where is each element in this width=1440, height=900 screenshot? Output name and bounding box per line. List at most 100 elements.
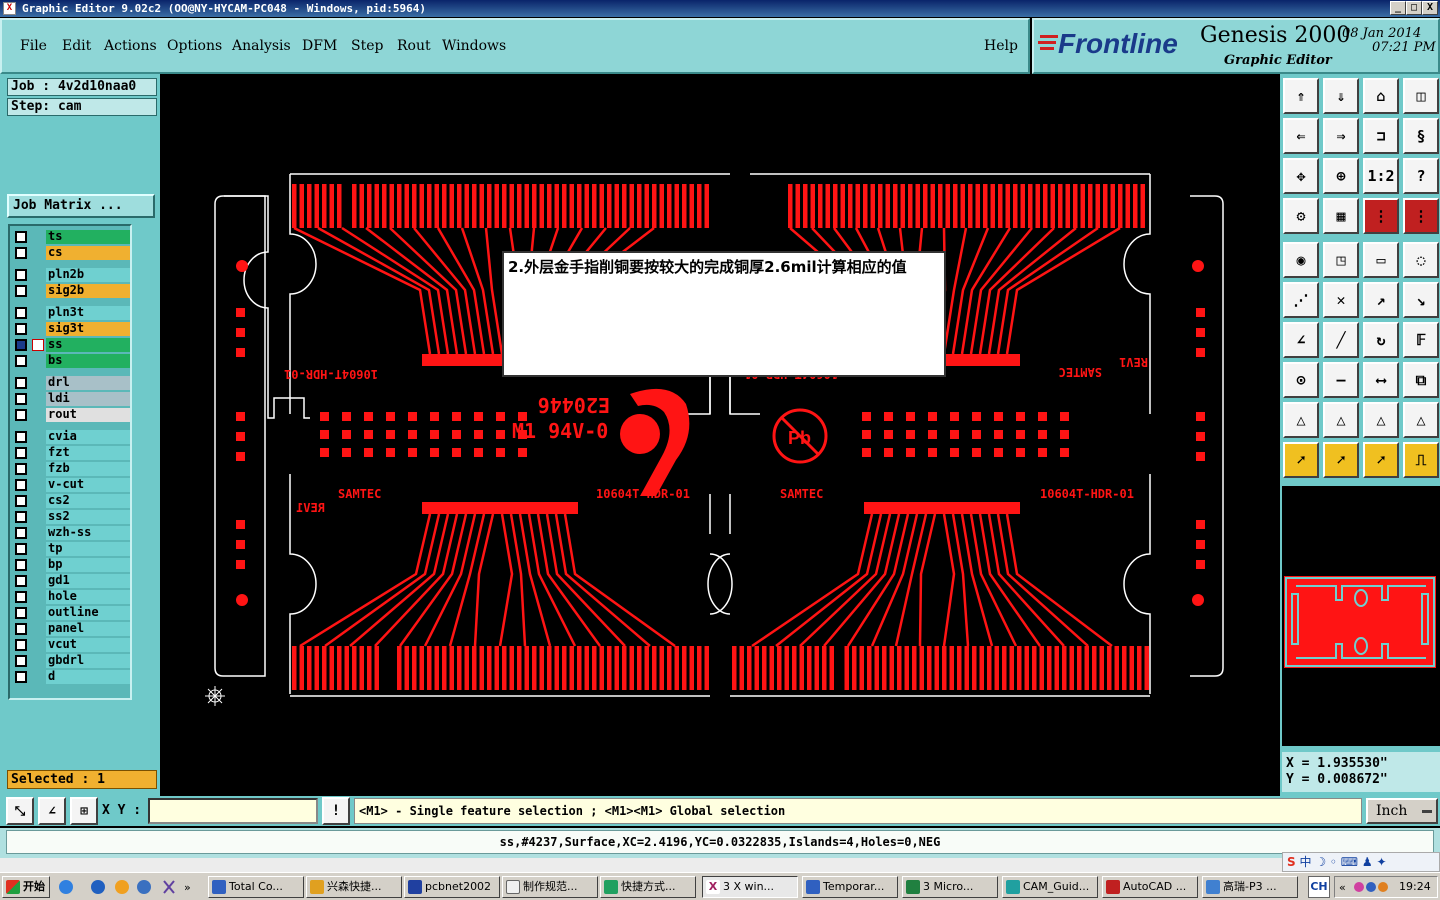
layer-name[interactable]: v-cut bbox=[46, 478, 130, 492]
menu-help[interactable]: Help bbox=[984, 38, 1018, 54]
zoom-icon[interactable]: ⊕ bbox=[1323, 158, 1359, 194]
task-pcbnet[interactable]: pcbnet2002 bbox=[404, 876, 500, 898]
fit-icon[interactable]: ✥ bbox=[1283, 158, 1319, 194]
dash-icon[interactable]: — bbox=[1323, 362, 1359, 398]
task-temporary[interactable]: Temporar... bbox=[802, 876, 898, 898]
layer-name[interactable]: tp bbox=[46, 542, 130, 556]
select-icon[interactable]: ◌ bbox=[1403, 242, 1439, 278]
window-icon[interactable]: ◫ bbox=[1403, 78, 1439, 114]
layer-name[interactable]: gd1 bbox=[46, 574, 130, 588]
move-left-icon[interactable]: ⇐ bbox=[1283, 118, 1319, 154]
task-shortcut[interactable]: 快捷方式... bbox=[600, 876, 696, 898]
layer-name[interactable]: pln2b bbox=[46, 268, 130, 282]
layer-row-cvia[interactable]: cvia bbox=[12, 430, 130, 444]
layer-name[interactable]: hole bbox=[46, 590, 130, 604]
layer-checkbox[interactable] bbox=[15, 377, 27, 389]
task-spec[interactable]: 制作规范... bbox=[502, 876, 598, 898]
move-down-icon[interactable]: ⇓ bbox=[1323, 78, 1359, 114]
menu-options[interactable]: Options bbox=[167, 38, 222, 54]
layer-row-v-cut[interactable]: v-cut bbox=[12, 478, 130, 492]
layer-name[interactable]: cs2 bbox=[46, 494, 130, 508]
minimize-button[interactable]: _ bbox=[1390, 1, 1406, 15]
layer-name[interactable]: sig2b bbox=[46, 284, 130, 298]
tools-icon[interactable]: ⚙ bbox=[1283, 198, 1319, 234]
home-icon[interactable]: ⌂ bbox=[1363, 78, 1399, 114]
menu-file[interactable]: File bbox=[20, 38, 47, 54]
menu-windows[interactable]: Windows bbox=[442, 38, 506, 54]
arc-icon[interactable]: ↻ bbox=[1363, 322, 1399, 358]
board-overview[interactable] bbox=[1282, 486, 1440, 746]
layer-row-vcut[interactable]: vcut bbox=[12, 638, 130, 652]
language-indicator[interactable]: CH bbox=[1308, 876, 1330, 898]
layer-row-sig3t[interactable]: sig3t bbox=[12, 322, 130, 336]
info-icon[interactable]: ! bbox=[322, 797, 350, 825]
close-button[interactable]: X bbox=[1422, 1, 1438, 15]
layer-name[interactable]: ss bbox=[46, 338, 130, 352]
layer-row-panel[interactable]: panel bbox=[12, 622, 130, 636]
pad-icon[interactable]: ◉ bbox=[1283, 242, 1319, 278]
snap-icon[interactable]: § bbox=[1403, 118, 1439, 154]
maximize-button[interactable]: □ bbox=[1406, 1, 1422, 15]
layer-checkbox[interactable] bbox=[15, 655, 27, 667]
layer-name[interactable]: fzb bbox=[46, 462, 130, 476]
layer-row-wzh-ss[interactable]: wzh-ss bbox=[12, 526, 130, 540]
layer-checkbox[interactable] bbox=[15, 247, 27, 259]
layer-name[interactable]: cs bbox=[46, 246, 130, 260]
cross-icon[interactable]: ✕ bbox=[1323, 282, 1359, 318]
group-icon[interactable]: ⧉ bbox=[1403, 362, 1439, 398]
layers-icon[interactable]: ⋮ bbox=[1363, 198, 1399, 234]
layer-row-ldi[interactable]: ldi bbox=[12, 392, 130, 406]
layer-checkbox[interactable] bbox=[15, 527, 27, 539]
layer-checkbox[interactable] bbox=[15, 543, 27, 555]
layer-checkbox[interactable] bbox=[15, 511, 27, 523]
layer-name[interactable]: bs bbox=[46, 354, 130, 368]
layer-name[interactable]: bp bbox=[46, 558, 130, 572]
pointer3-icon[interactable]: ➚ bbox=[1363, 442, 1399, 478]
ime-toolbar[interactable]: S 中 ☽ ◦ ⌨ ♟ ✦ bbox=[1282, 852, 1440, 872]
tri2-icon[interactable]: △ bbox=[1323, 402, 1359, 438]
layer-row-ts[interactable]: ts bbox=[12, 230, 130, 244]
xy-input[interactable] bbox=[148, 798, 318, 824]
tray-icons[interactable]: « bbox=[1339, 880, 1393, 897]
layer-name[interactable]: ss2 bbox=[46, 510, 130, 524]
layer-name[interactable]: sig3t bbox=[46, 322, 130, 336]
layer-row-sig2b[interactable]: sig2b bbox=[12, 284, 130, 298]
menu-step[interactable]: Step bbox=[351, 38, 383, 54]
layer-name[interactable]: rout bbox=[46, 408, 130, 422]
layer-row-gd1[interactable]: gd1 bbox=[12, 574, 130, 588]
layer-row-bp[interactable]: bp bbox=[12, 558, 130, 572]
route-icon[interactable]: ⎍ bbox=[1403, 442, 1439, 478]
layer-checkbox[interactable] bbox=[15, 495, 27, 507]
layer-checkbox[interactable] bbox=[15, 285, 27, 297]
layer-name[interactable]: drl bbox=[46, 376, 130, 390]
layer-checkbox[interactable] bbox=[15, 623, 27, 635]
point-icon[interactable]: ⊙ bbox=[1283, 362, 1319, 398]
layer-name[interactable]: outline bbox=[46, 606, 130, 620]
dim-icon[interactable]: ⟷ bbox=[1363, 362, 1399, 398]
node-icon[interactable]: ↗ bbox=[1363, 282, 1399, 318]
layer-row-d[interactable]: d bbox=[12, 670, 130, 684]
menu-rout[interactable]: Rout bbox=[397, 38, 431, 54]
layer-checkbox[interactable] bbox=[15, 393, 27, 405]
layer-checkbox[interactable] bbox=[15, 607, 27, 619]
step-icon[interactable]: ⊐ bbox=[1363, 118, 1399, 154]
layer-checkbox[interactable] bbox=[15, 307, 27, 319]
layer-checkbox[interactable] bbox=[15, 559, 27, 571]
tri3-icon[interactable]: △ bbox=[1363, 402, 1399, 438]
layer-name[interactable]: vcut bbox=[46, 638, 130, 652]
layer-name[interactable]: wzh-ss bbox=[46, 526, 130, 540]
layer-row-fzt[interactable]: fzt bbox=[12, 446, 130, 460]
task-total-commander[interactable]: Total Co... bbox=[208, 876, 304, 898]
menu-actions[interactable]: Actions bbox=[104, 38, 157, 54]
layer-row-rout[interactable]: rout bbox=[12, 408, 130, 422]
layer-checkbox[interactable] bbox=[15, 323, 27, 335]
layer-checkbox[interactable] bbox=[15, 591, 27, 603]
grid-snap-icon[interactable]: ⊞ bbox=[70, 797, 98, 825]
layer-checkbox[interactable] bbox=[15, 463, 27, 475]
task-xingsen[interactable]: 兴森快捷... bbox=[306, 876, 402, 898]
layer-row-cs2[interactable]: cs2 bbox=[12, 494, 130, 508]
layer-name[interactable]: ts bbox=[46, 230, 130, 244]
layer-checkbox[interactable] bbox=[15, 431, 27, 443]
task-x-windows[interactable]: X3 X win... bbox=[702, 876, 798, 898]
layer-checkbox[interactable] bbox=[15, 355, 27, 367]
